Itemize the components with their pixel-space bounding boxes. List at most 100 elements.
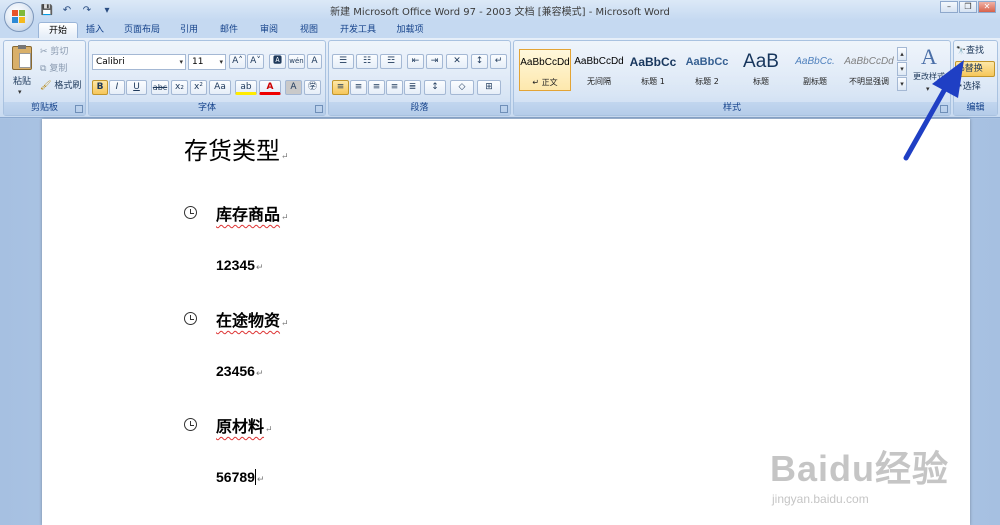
tab-page-layout[interactable]: 页面布局 — [118, 22, 166, 38]
font-color-button[interactable]: A — [259, 80, 281, 95]
decrease-indent-button[interactable]: ⇤ — [407, 54, 424, 69]
character-shading-button[interactable]: A — [285, 80, 302, 95]
list-item[interactable]: 库存商品↵ — [216, 201, 289, 225]
maximize-button[interactable]: ❐ — [959, 1, 977, 13]
style-no-spacing[interactable]: AaBbCcDd 无间隔 — [573, 49, 625, 91]
subscript-button[interactable]: x₂ — [171, 80, 188, 95]
format-painter-button[interactable]: 🖌 格式刷 — [40, 78, 81, 94]
cut-label: 剪切 — [50, 47, 69, 57]
style-subtle-emphasis-name: 不明显强调 — [849, 77, 889, 86]
shrink-font-button[interactable]: A˅ — [247, 54, 264, 69]
show-marks-button[interactable]: ↵ — [490, 54, 507, 69]
style-subtitle-name: 副标题 — [803, 77, 827, 86]
paste-button[interactable]: 粘贴 ▾ — [8, 44, 36, 100]
heading-text: 存货类型 — [184, 137, 280, 165]
font-launcher-icon[interactable] — [315, 105, 323, 113]
asian-layout-button[interactable]: ✕ — [446, 54, 468, 69]
watermark-url: jingyan.baidu.com — [772, 492, 869, 506]
cut-button[interactable]: ✂ 剪切 — [40, 44, 68, 60]
paragraph-mark: ↵ — [255, 262, 264, 272]
distributed-button[interactable]: ≣ — [404, 80, 421, 95]
font-name-combobox[interactable]: Calibri ▾ — [92, 54, 186, 70]
tab-add-ins[interactable]: 加载项 — [390, 22, 430, 38]
list-item-value[interactable]: 12345↵ — [216, 257, 263, 273]
clipboard-icon — [12, 45, 32, 70]
list-item-value[interactable]: 56789 ↵ — [216, 469, 264, 485]
clipboard-group: 粘贴 ▾ ✂ 剪切 ⧉ 复制 🖌 格式刷 剪贴板 — [3, 40, 86, 116]
list-item-value-text: 12345 — [216, 257, 255, 273]
list-item[interactable]: 原材料↵ — [216, 413, 273, 437]
tab-review[interactable]: 审阅 — [254, 22, 284, 38]
style-subtitle-preview: AaBbCc. — [795, 56, 835, 67]
brush-icon: 🖌 — [40, 81, 52, 91]
shading-button[interactable]: ◇ — [450, 80, 474, 95]
tab-view[interactable]: 视图 — [294, 22, 324, 38]
list-item[interactable]: 在途物资↵ — [216, 307, 289, 331]
align-left-button[interactable]: ≡ — [332, 80, 349, 95]
highlight-button[interactable]: ab — [235, 80, 257, 95]
office-button[interactable] — [4, 2, 34, 32]
clipboard-group-label: 剪贴板 — [4, 102, 85, 115]
style-heading-2-name: 标题 2 — [695, 77, 719, 86]
tab-mailings[interactable]: 邮件 — [214, 22, 244, 38]
tab-insert[interactable]: 插入 — [80, 22, 110, 38]
title-bar: 💾 ↶ ↷ ▾ 新建 Microsoft Office Word 97 - 20… — [0, 0, 1000, 20]
align-center-button[interactable]: ≡ — [350, 80, 367, 95]
numbering-button[interactable]: ☷ — [356, 54, 378, 69]
style-subtle-emphasis[interactable]: AaBbCcDd 不明显强调 — [843, 49, 895, 91]
copy-button[interactable]: ⧉ 复制 — [40, 61, 67, 77]
format-painter-label: 格式刷 — [54, 81, 82, 91]
align-right-button[interactable]: ≡ — [368, 80, 385, 95]
multilevel-list-button[interactable]: ☲ — [380, 54, 402, 69]
font-group: Calibri ▾ 11 ▾ A˄ A˅ 🅰 wén A B I U abc x… — [88, 40, 326, 116]
clock-bullet-icon — [184, 206, 197, 219]
paragraph-launcher-icon[interactable] — [500, 105, 508, 113]
sort-button[interactable]: ↕ — [471, 54, 488, 69]
paragraph-group: ☰ ☷ ☲ ⇤ ⇥ ✕ ↕ ↵ ≡ ≡ ≡ ≡ ≣ ↕ ◇ ⊞ 段落 — [328, 40, 511, 116]
style-normal[interactable]: AaBbCcDd ↵ 正文 — [519, 49, 571, 91]
paragraph-mark: ↵ — [255, 368, 264, 378]
strikethrough-button[interactable]: abc — [151, 80, 169, 95]
superscript-button[interactable]: x² — [190, 80, 207, 95]
style-normal-name: ↵ 正文 — [532, 78, 558, 87]
grow-font-button[interactable]: A˄ — [229, 54, 246, 69]
clipboard-launcher-icon[interactable] — [75, 105, 83, 113]
clear-formatting-button[interactable]: 🅰 — [269, 54, 286, 69]
office-logo-icon — [12, 10, 26, 24]
italic-button[interactable]: I — [109, 80, 125, 95]
style-subtitle[interactable]: AaBbCc. 副标题 — [789, 49, 841, 91]
justify-button[interactable]: ≡ — [386, 80, 403, 95]
window-controls: – ❐ ✕ — [940, 1, 996, 13]
ribbon: 粘贴 ▾ ✂ 剪切 ⧉ 复制 🖌 格式刷 剪贴板 Calibri ▾ 11 ▾ … — [0, 38, 1000, 118]
borders-button[interactable]: ⊞ — [477, 80, 501, 95]
tab-developer[interactable]: 开发工具 — [334, 22, 382, 38]
bold-button[interactable]: B — [92, 80, 108, 95]
paragraph-mark: ↵ — [281, 213, 289, 223]
document-heading[interactable]: 存货类型↵ — [184, 131, 289, 166]
minimize-button[interactable]: – — [940, 1, 958, 13]
tab-references[interactable]: 引用 — [174, 22, 204, 38]
change-case-button[interactable]: Aa — [209, 80, 231, 95]
enclose-characters-button[interactable]: ㊫ — [304, 80, 321, 95]
font-group-label: 字体 — [89, 102, 325, 115]
character-border-button[interactable]: A — [307, 54, 322, 69]
bullets-button[interactable]: ☰ — [332, 54, 354, 69]
style-no-spacing-preview: AaBbCcDd — [574, 56, 624, 67]
style-heading-1-name: 标题 1 — [641, 77, 665, 86]
chevron-down-icon: ▾ — [219, 58, 223, 66]
style-heading-2[interactable]: AaBbCc 标题 2 — [681, 49, 733, 91]
font-size-value: 11 — [192, 57, 204, 67]
find-button[interactable]: 🔭查找 — [956, 43, 984, 59]
style-title[interactable]: AaB 标题 — [735, 49, 787, 91]
phonetic-guide-button[interactable]: wén — [288, 54, 305, 69]
increase-indent-button[interactable]: ⇥ — [426, 54, 443, 69]
font-size-combobox[interactable]: 11 ▾ — [188, 54, 226, 70]
style-heading-1[interactable]: AaBbCc 标题 1 — [627, 49, 679, 91]
list-item-value[interactable]: 23456↵ — [216, 363, 263, 379]
close-button[interactable]: ✕ — [978, 1, 996, 13]
style-heading-2-preview: AaBbCc — [685, 56, 729, 68]
tab-home[interactable]: 开始 — [38, 22, 78, 38]
styles-group-label: 样式 — [514, 102, 950, 115]
underline-button[interactable]: U — [126, 80, 147, 95]
line-spacing-button[interactable]: ↕ — [424, 80, 446, 95]
